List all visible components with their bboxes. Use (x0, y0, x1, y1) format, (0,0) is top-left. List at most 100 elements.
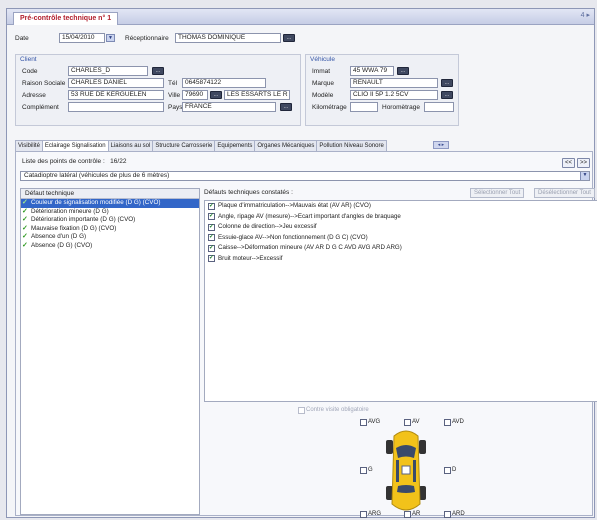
marque-field[interactable]: RENAULT (350, 78, 438, 88)
defect-item[interactable]: ✓ Détérioration importante (D G) (CVO) (21, 216, 199, 225)
position-avg[interactable]: AVG (360, 418, 380, 426)
ville-field[interactable]: LES ESSARTS LE R (224, 90, 290, 100)
constated-defect-label: Bruit moteur-->Excessif (218, 254, 283, 262)
tab-bar: Visibilité Eclairage Signalisation Liais… (15, 140, 387, 152)
client-title: Client (20, 56, 37, 63)
adresse-label: Adresse (22, 92, 46, 99)
tel-label: Tél (168, 80, 178, 87)
km-field[interactable] (350, 102, 378, 112)
receptionnaire-lookup-button[interactable]: ... (283, 34, 295, 42)
window-controls[interactable]: 4 ▸ (581, 11, 590, 19)
check-icon: ✓ (22, 207, 28, 215)
tab-organes-mecaniques[interactable]: Organes Mécaniques (254, 140, 318, 151)
constated-defect-item[interactable]: ✓ Caisse-->Déformation mineure (AV AR D G… (205, 243, 597, 254)
constated-defect-item[interactable]: ✓ Essuie-glace AV-->Non fonctionnement (D… (205, 233, 597, 244)
checkbox-checked[interactable]: ✓ (208, 255, 215, 263)
checkbox-checked[interactable]: ✓ (208, 244, 215, 252)
vehicule-title: Véhicule (310, 56, 335, 63)
pays-lookup-button[interactable]: ... (280, 103, 292, 111)
complement-label: Complément (22, 104, 59, 111)
position-ard[interactable]: ARD (444, 510, 465, 518)
marque-lookup-button[interactable]: ... (441, 79, 453, 87)
defect-list-pane: Défaut technique ✓ Couleur de signalisati… (20, 188, 200, 515)
position-av-checkbox[interactable] (404, 418, 411, 426)
contre-visite-checkbox[interactable] (298, 406, 305, 414)
position-av-label: AV (412, 419, 420, 425)
tel-field[interactable]: 0645874122 (182, 78, 266, 88)
constated-defect-label: Angle, ripage AV (mesure)-->Ecart import… (218, 212, 401, 220)
car-top-view-icon (386, 430, 426, 511)
complement-field[interactable] (68, 102, 164, 112)
date-dropdown[interactable]: ▼ (106, 34, 115, 42)
previous-point-button[interactable]: << (562, 158, 575, 168)
checkbox-checked[interactable]: ✓ (208, 234, 215, 242)
position-arg-checkbox[interactable] (360, 510, 367, 518)
tab-pollution-niveau-sonore[interactable]: Pollution Niveau Sonore (316, 140, 387, 151)
position-avg-label: AVG (368, 419, 381, 425)
constated-defect-item[interactable]: ✓ Colonne de direction-->Jeu excessif (205, 222, 597, 233)
tab-liaisons-au-sol[interactable]: Liaisons au sol (107, 140, 154, 151)
defect-item[interactable]: ✓ Absence (D G) (CVO) (21, 242, 199, 251)
position-avd-checkbox[interactable] (444, 418, 451, 426)
document-tab[interactable]: Pré-contrôle technique n° 1 (13, 12, 119, 25)
horo-field[interactable] (424, 102, 454, 112)
position-d-checkbox[interactable] (444, 466, 451, 474)
ville-label: Ville (168, 92, 181, 99)
position-g-label: G (368, 467, 373, 473)
constated-defects-pane: Défauts techniques constatés : Sélection… (204, 188, 597, 518)
receptionnaire-field[interactable]: THOMAS DOMINIQUE (175, 33, 281, 43)
contre-visite-option[interactable]: Contre visite obligatoire (298, 406, 369, 414)
cp-field[interactable]: 79690 (182, 90, 208, 100)
modele-lookup-button[interactable]: ... (441, 91, 453, 99)
position-av[interactable]: AV (404, 418, 420, 426)
tab-visibilite[interactable]: Visibilité (15, 140, 43, 151)
horo-label: Horomètrage (382, 104, 420, 111)
chevron-down-icon[interactable]: ▼ (580, 172, 589, 180)
constated-defects-header: Défauts techniques constatés : (204, 189, 293, 196)
control-point-value: Catadioptre latéral (véhicules de plus d… (24, 172, 170, 179)
select-all-button[interactable]: Sélectionner Tout (470, 188, 525, 198)
position-g[interactable]: G (360, 466, 373, 474)
code-lookup-button[interactable]: ... (152, 67, 164, 75)
checkbox-checked[interactable]: ✓ (208, 213, 215, 221)
position-avg-checkbox[interactable] (360, 418, 367, 426)
pays-field[interactable]: FRANCE (182, 102, 276, 112)
check-icon: ✓ (22, 241, 28, 249)
adresse-field[interactable]: 53 RUE DE KERGUELEN (68, 90, 164, 100)
checkbox-checked[interactable]: ✓ (208, 202, 215, 210)
checkbox-checked[interactable]: ✓ (208, 223, 215, 231)
immat-lookup-button[interactable]: ... (397, 67, 409, 75)
tab-equipements[interactable]: Equipements (214, 140, 256, 151)
deselect-all-button[interactable]: Désélectionner Tout (534, 188, 595, 198)
raison-field[interactable]: CHARLES DANIEL (68, 78, 164, 88)
defect-item[interactable]: ✓ Absence d'un (D G) (21, 233, 199, 242)
defect-item[interactable]: ✓ Mauvaise fixation (D G) (CVO) (21, 225, 199, 234)
defect-item-label: Absence (D G) (CVO) (31, 241, 93, 249)
position-d[interactable]: D (444, 466, 456, 474)
pays-label: Pays (168, 104, 183, 111)
ville-lookup-button[interactable]: ... (210, 91, 222, 99)
next-point-button[interactable]: >> (577, 158, 590, 168)
tab-scroll-buttons[interactable]: ◂ ▸ (433, 141, 449, 149)
code-field[interactable]: CHARLES_D (68, 66, 148, 76)
tab-panel: Liste des points de contrôle : 16/22 << … (15, 151, 597, 518)
defect-item[interactable]: ✓ Couleur de signalisation modifiée (D G)… (21, 199, 199, 208)
position-ard-checkbox[interactable] (444, 510, 451, 518)
defect-item-label: Couleur de signalisation modifiée (D G) … (31, 199, 161, 206)
marque-label: Marque (312, 80, 335, 87)
date-field[interactable]: 15/04/2010 (59, 33, 105, 43)
constated-defect-item[interactable]: ✓ Angle, ripage AV (mesure)-->Ecart impor… (205, 212, 597, 223)
position-avd[interactable]: AVD (444, 418, 464, 426)
constated-defect-label: Colonne de direction-->Jeu excessif (218, 223, 317, 230)
constated-defect-item[interactable]: ✓ Plaque d'immatriculation-->Mauvais état… (205, 201, 597, 212)
constated-defect-item[interactable]: ✓ Bruit moteur-->Excessif (205, 254, 597, 265)
position-arg[interactable]: ARG (360, 510, 381, 518)
control-point-select[interactable]: Catadioptre latéral (véhicules de plus d… (20, 171, 590, 181)
modele-field[interactable]: CLIO II 5P 1.2 5CV (350, 90, 438, 100)
position-g-checkbox[interactable] (360, 466, 367, 474)
constated-defect-label: Caisse-->Déformation mineure (AV AR D G … (218, 244, 402, 251)
check-icon: ✓ (22, 199, 28, 206)
tab-structure-carrosserie[interactable]: Structure Carrosserie (152, 140, 216, 151)
immat-field[interactable]: 45 WWA 79 (350, 66, 394, 76)
defect-item[interactable]: ✓ Détérioration mineure (D G) (21, 208, 199, 217)
